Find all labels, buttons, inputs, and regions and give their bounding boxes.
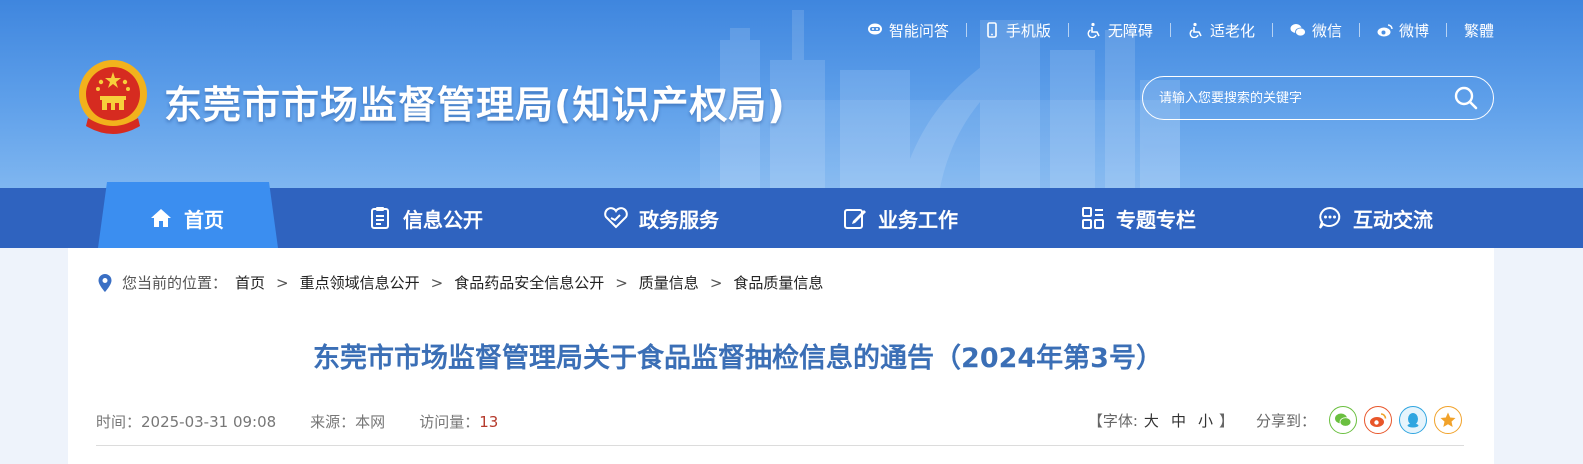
edit-icon <box>844 209 866 229</box>
elderly-mode-label: 适老化 <box>1209 21 1255 40</box>
breadcrumb-separator: > <box>615 273 628 292</box>
weibo-link[interactable]: 微博 <box>1377 20 1429 41</box>
wechat-link[interactable]: 微信 <box>1290 20 1342 41</box>
breadcrumb-food-quality-info[interactable]: 食品质量信息 <box>733 272 823 293</box>
wechat-icon <box>1290 24 1306 37</box>
nav-label-special-topics: 专题专栏 <box>1116 207 1196 232</box>
location-pin-icon <box>98 273 112 292</box>
view-count: 13 <box>479 413 499 431</box>
site-header: 东莞市市场监督管理局(知识产权局) 智能问答 手机版 无障碍 适老化 微信 微博… <box>0 0 1583 188</box>
wechat-icon <box>1335 413 1352 427</box>
mobile-version-link[interactable]: 手机版 <box>984 20 1051 41</box>
nav-item-info-disclosure[interactable]: 信息公开 <box>367 188 483 248</box>
breadcrumb-separator: > <box>276 273 289 292</box>
nav-label-interaction: 互动交流 <box>1353 207 1433 232</box>
nav-label-business-work: 业务工作 <box>878 207 958 232</box>
wechat-label: 微信 <box>1311 21 1342 40</box>
chat-bubble-icon <box>1319 206 1341 229</box>
elderly-icon <box>1189 22 1202 38</box>
nav-item-home[interactable]: 首页 <box>148 188 224 248</box>
traditional-chinese-label: 繁體 <box>1463 21 1494 40</box>
breadcrumb-food-drug-safety[interactable]: 食品药品安全信息公开 <box>454 272 604 293</box>
share-qq-button[interactable] <box>1399 406 1427 434</box>
article-source: 来源：本网 <box>310 413 386 431</box>
breadcrumb-separator: > <box>430 273 444 292</box>
home-icon <box>151 209 171 227</box>
search-icon[interactable] <box>1453 85 1479 111</box>
font-size-small-button[interactable]: 小 <box>1198 410 1213 431</box>
share-wechat-button[interactable] <box>1329 406 1357 434</box>
font-size-close: 】 <box>1218 411 1234 430</box>
elderly-mode-link[interactable]: 适老化 <box>1188 20 1255 41</box>
nav-item-business-work[interactable]: 业务工作 <box>842 188 958 248</box>
national-emblem-logo <box>79 60 147 134</box>
accessibility-label: 无障碍 <box>1107 21 1153 40</box>
article-title: 东莞市市场监督管理局关于食品监督抽检信息的通告（2024年第3号） <box>313 343 1163 374</box>
clipboard-icon <box>371 207 389 229</box>
breadcrumb-separator: > <box>709 273 723 292</box>
divider <box>1169 23 1171 37</box>
view-count-label: 访问量： <box>419 413 480 431</box>
divider <box>1271 23 1273 37</box>
article-tools: 【字体: 大 中 小 】 分享到： <box>1088 406 1462 434</box>
smart-qa-label: 智能问答 <box>888 21 949 40</box>
share-label: 分享到： <box>1255 411 1316 430</box>
nav-item-special-topics[interactable]: 专题专栏 <box>1080 188 1196 248</box>
site-title: 东莞市市场监督管理局(知识产权局) <box>164 83 786 127</box>
breadcrumb-key-areas[interactable]: 重点领域信息公开 <box>300 272 420 293</box>
qq-icon <box>1407 413 1419 428</box>
search-box <box>1142 76 1494 120</box>
share-favorite-button[interactable] <box>1434 406 1462 434</box>
divider <box>965 23 967 37</box>
mobile-icon <box>987 22 997 38</box>
grid-icon <box>1082 207 1104 229</box>
font-size-open: 【字体: <box>1087 411 1138 430</box>
share-weibo-button[interactable] <box>1364 406 1392 434</box>
heart-handshake-icon <box>604 207 628 229</box>
article-meta: 时间：2025-03-31 09:08 来源：本网 访问量：13 <box>96 411 498 432</box>
search-input[interactable] <box>1159 90 1453 106</box>
breadcrumb-quality-info[interactable]: 质量信息 <box>639 272 699 293</box>
favorite-star-icon <box>1440 412 1456 427</box>
wheelchair-icon <box>1087 22 1100 38</box>
divider-line <box>96 445 1464 446</box>
weibo-icon <box>1370 413 1387 427</box>
view-count-wrapper: 访问量：13 <box>419 411 498 432</box>
font-size-large-button[interactable]: 大 <box>1144 410 1159 431</box>
divider <box>1067 23 1069 37</box>
breadcrumb-home[interactable]: 首页 <box>235 272 265 293</box>
breadcrumb: 您当前的位置： 首页 > 重点领域信息公开 > 食品药品安全信息公开 > 质量信… <box>96 272 823 293</box>
article-panel: 您当前的位置： 首页 > 重点领域信息公开 > 食品药品安全信息公开 > 质量信… <box>68 248 1494 464</box>
divider <box>1445 23 1447 37</box>
mobile-version-label: 手机版 <box>1005 21 1051 40</box>
divider <box>1358 23 1360 37</box>
smart-qa-link[interactable]: 智能问答 <box>867 20 949 41</box>
nav-item-government-services[interactable]: 政务服务 <box>603 188 719 248</box>
weibo-label: 微博 <box>1398 21 1429 40</box>
top-links-bar: 智能问答 手机版 无障碍 适老化 微信 微博 繁體 <box>867 19 1494 41</box>
traditional-chinese-link[interactable]: 繁體 <box>1464 20 1494 41</box>
font-size-medium-button[interactable]: 中 <box>1171 410 1186 431</box>
chat-bot-icon <box>867 23 882 35</box>
nav-label-home: 首页 <box>184 207 224 232</box>
nav-label-info-disclosure: 信息公开 <box>403 207 483 232</box>
breadcrumb-lead: 您当前的位置： <box>122 274 228 292</box>
nav-item-interaction[interactable]: 互动交流 <box>1317 188 1433 248</box>
nav-label-government-services: 政务服务 <box>639 207 719 232</box>
accessibility-link[interactable]: 无障碍 <box>1086 20 1153 41</box>
publish-time: 时间：2025-03-31 09:08 <box>96 413 277 431</box>
weibo-icon <box>1377 24 1393 37</box>
